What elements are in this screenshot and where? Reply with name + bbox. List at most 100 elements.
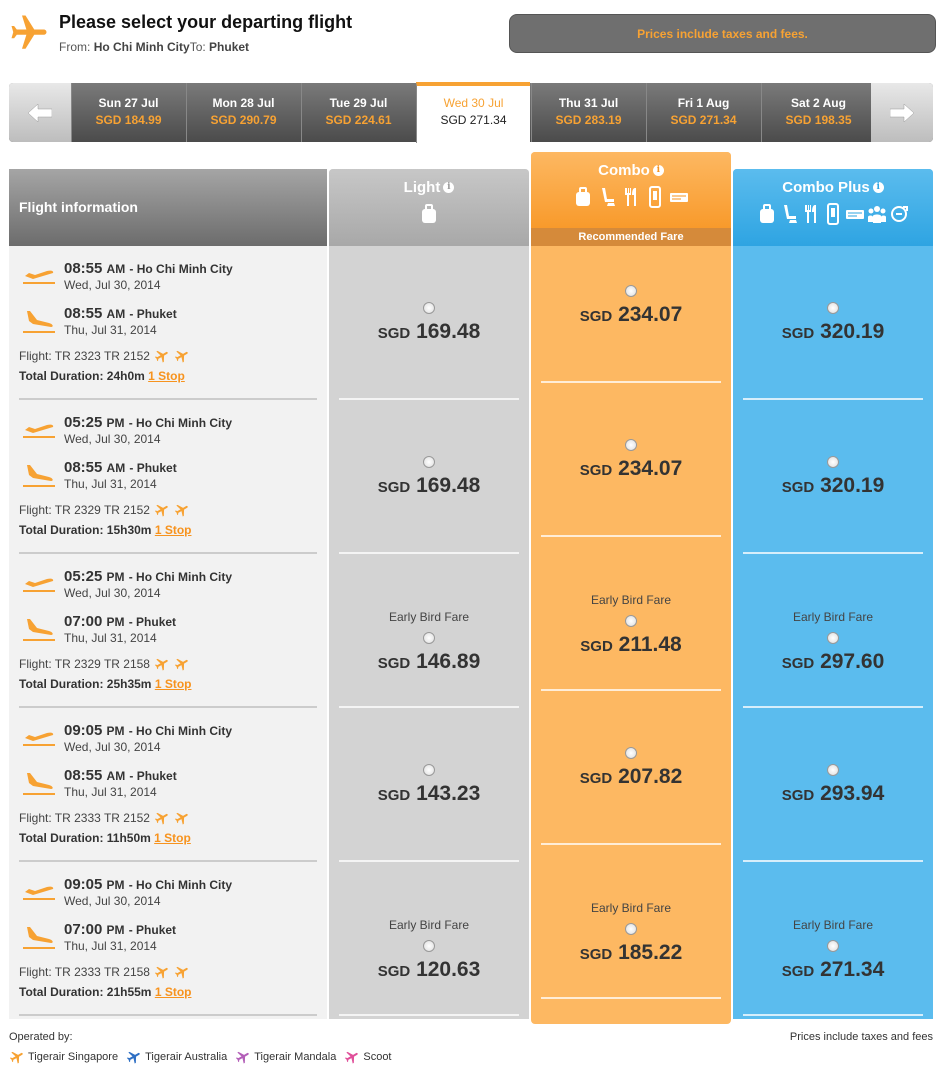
meal-icon [625,188,636,206]
fare-radio[interactable] [827,632,839,644]
fare-radio[interactable] [827,302,839,314]
plus-fare-cell[interactable]: SGD 320.19 [733,246,933,400]
info-icon[interactable]: i [443,182,455,193]
tigerair-icon [154,504,168,517]
airline-legend-item: Scoot [344,1049,392,1065]
takeoff-icon [23,886,55,900]
departure-city: - Ho Chi Minh City [128,416,233,430]
ticket-icon [846,210,864,219]
plus-fare-cell[interactable]: SGD 320.19 [733,400,933,554]
info-icon[interactable]: i [652,165,664,176]
fare-radio[interactable] [625,285,637,297]
arrival-time: 08:55 [64,459,103,476]
fare-radio[interactable] [423,764,435,776]
date-tab[interactable]: Fri 1 Aug SGD 271.34 [646,83,760,142]
light-fare-cell[interactable]: SGD 169.48 [329,400,529,554]
meal-icon [805,205,816,223]
airline-name: Tigerair Mandala [254,1051,337,1063]
early-bird-label: Early Bird Fare [388,918,470,932]
combo-fare-cell[interactable]: SGD 234.07 [531,229,731,383]
next-dates-button[interactable] [871,83,933,142]
arrival-time: 07:00 [64,613,103,630]
airline-legend-item: Tigerair Australia [126,1049,227,1065]
flight-numbers: Flight: TR 2333 TR 2152 [19,811,150,825]
date-tab-price: SGD 198.35 [785,113,852,127]
stops-link[interactable]: 1 Stop [155,677,192,691]
fare-price: SGD 143.23 [377,782,481,805]
fare-radio[interactable] [827,940,839,952]
airline-legend-item: Tigerair Singapore [9,1049,118,1065]
plus-fare-cell[interactable]: Early Bird Fare SGD 271.34 [733,862,933,1016]
total-duration: Total Duration: 11h50m [19,831,151,845]
departure-date: Wed, Jul 30, 2014 [64,278,161,292]
combo-fare-cell[interactable]: SGD 234.07 [531,383,731,537]
arrow-left-icon [28,103,52,122]
date-tab[interactable]: Sun 27 Jul SGD 184.99 [71,83,185,142]
date-tab-label: Mon 28 Jul [212,96,275,110]
light-fare-cell[interactable]: SGD 143.23 [329,708,529,862]
arrival-city: - Phuket [129,769,177,783]
airplane-icon [11,15,47,49]
light-fare-cell[interactable]: Early Bird Fare SGD 146.89 [329,554,529,708]
destination-city: Phuket [209,40,250,54]
early-bird-label: Early Bird Fare [590,901,672,915]
stops-link[interactable]: 1 Stop [148,369,185,383]
fare-radio[interactable] [625,439,637,451]
departure-time: 05:25 [64,568,103,585]
light-fare-header: Light i [329,169,529,246]
airline-name: Tigerair Australia [145,1051,228,1063]
combo-fare-cell[interactable]: SGD 207.82 [531,691,731,845]
fare-price: SGD 320.19 [781,474,885,497]
landing-icon [23,311,55,333]
stops-link[interactable]: 1 Stop [155,523,192,537]
light-fare-cell[interactable]: SGD 169.48 [329,246,529,400]
plus-fare-cell[interactable]: Early Bird Fare SGD 297.60 [733,554,933,708]
departure-time: 09:05 [64,876,103,893]
date-tab[interactable]: Mon 28 Jul SGD 290.79 [186,83,300,142]
fare-radio[interactable] [625,615,637,627]
fare-radio[interactable] [423,456,435,468]
fare-radio[interactable] [423,940,435,952]
combo-fare-cell[interactable]: Early Bird Fare SGD 211.48 [531,537,731,691]
date-tab[interactable]: Tue 29 Jul SGD 224.61 [301,83,415,142]
fare-radio[interactable] [423,632,435,644]
fare-radio[interactable] [423,302,435,314]
date-tab-price: SGD 290.79 [210,113,277,127]
fare-radio[interactable] [625,923,637,935]
baggage-icon [422,204,436,223]
departure-city: - Ho Chi Minh City [128,570,233,584]
arrival-city: - Phuket [128,615,177,629]
departure-city: - Ho Chi Minh City [129,262,233,276]
light-fare-column: Light i SGD 169.48 SGD 169.48 Early Bird … [329,169,529,1019]
info-icon[interactable]: i [872,182,884,193]
departure-date: Wed, Jul 30, 2014 [64,432,161,446]
arrival-date: Thu, Jul 31, 2014 [64,323,157,337]
airline-name: Scoot [363,1051,392,1063]
fare-radio[interactable] [625,747,637,759]
fare-price: SGD 146.89 [377,650,481,673]
date-tab-price: SGD 271.34 [440,113,507,127]
fare-price: SGD 293.94 [781,782,885,805]
airline-name: Tigerair Singapore [28,1051,119,1063]
combo-fare-cell[interactable]: Early Bird Fare SGD 185.22 [531,845,731,999]
airline-plane-icon [345,1051,359,1064]
departure-time: 08:55 [64,260,103,277]
date-tab-label: Wed 30 Jul [443,96,504,110]
prev-dates-button[interactable] [9,83,71,142]
light-fare-title: Light [403,179,441,196]
fare-radio[interactable] [827,456,839,468]
takeoff-icon [23,732,55,746]
date-tab[interactable]: Wed 30 Jul SGD 271.34 [416,82,530,143]
light-fare-cell[interactable]: Early Bird Fare SGD 120.63 [329,862,529,1016]
stops-link[interactable]: 1 Stop [154,831,191,845]
fare-radio[interactable] [827,764,839,776]
date-tab[interactable]: Sat 2 Aug SGD 198.35 [761,83,875,142]
tigerair-icon [174,812,188,825]
combo-plus-fare-title: Combo Plus [782,179,870,196]
date-tab-label: Thu 31 Jul [558,96,619,110]
stops-link[interactable]: 1 Stop [155,985,192,999]
arrow-right-icon [890,103,914,122]
tigerair-icon [154,812,168,825]
plus-fare-cell[interactable]: SGD 293.94 [733,708,933,862]
date-tab[interactable]: Thu 31 Jul SGD 283.19 [531,83,645,142]
